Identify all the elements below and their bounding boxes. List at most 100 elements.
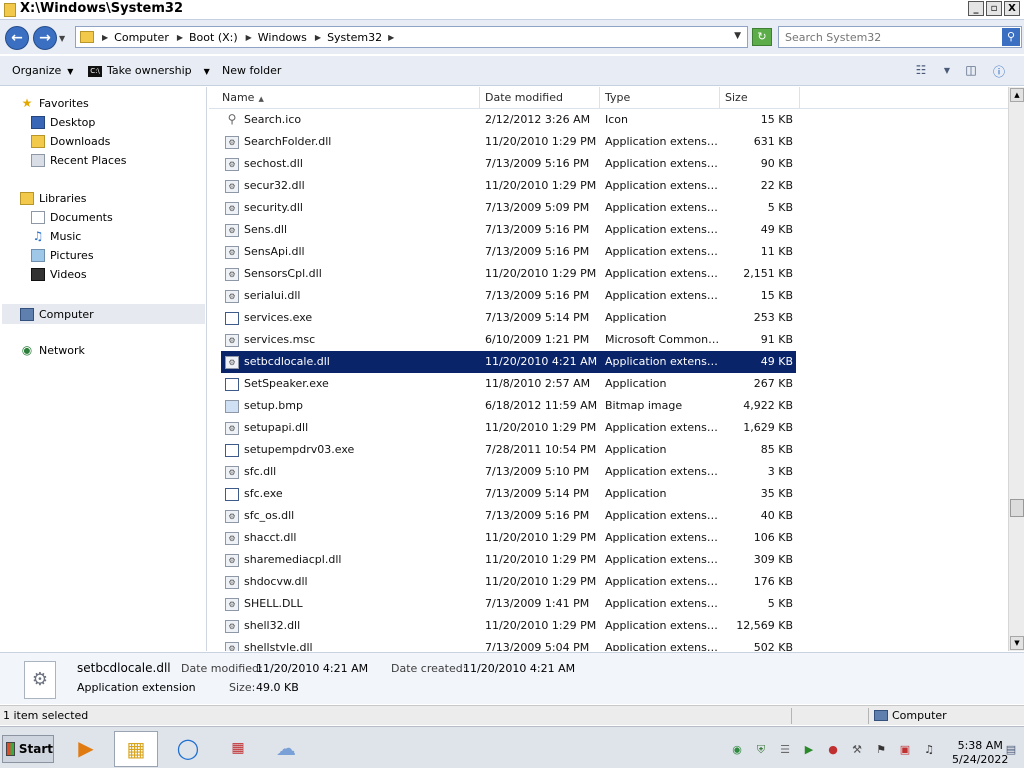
breadcrumb-computer[interactable]: ▶ Computer [102, 31, 169, 44]
nav-downloads[interactable]: Downloads [31, 135, 110, 148]
nav-desktop[interactable]: Desktop [31, 116, 95, 129]
breadcrumb-windows[interactable]: ▶ Windows [246, 31, 307, 44]
breadcrumb-label: Boot (X:) [189, 30, 238, 44]
tray-network-icon[interactable]: ◉ [730, 743, 744, 757]
chevron-down-icon[interactable]: ▼ [938, 63, 956, 79]
column-header-name[interactable]: Name ▲ [217, 87, 480, 109]
explorer-taskbar-button[interactable]: ▦ [114, 731, 158, 767]
nav-videos[interactable]: Videos [31, 268, 87, 281]
clock[interactable]: 5:38 AM 5/24/2022 [952, 739, 1008, 767]
file-row[interactable]: ⚙ SensApi.dll 7/13/2009 5:16 PM Application… [221, 241, 796, 263]
nav-recent-places[interactable]: Recent Places [31, 154, 127, 167]
tray-flag-icon[interactable]: ⚑ [874, 743, 888, 757]
breadcrumb-system32[interactable]: ▶ System32 ▶ [315, 31, 400, 44]
nav-computer[interactable]: Computer [2, 304, 205, 324]
file-row[interactable]: ⚙ sfc.dll 7/13/2009 5:10 PM Application ext… [221, 461, 796, 483]
search-input[interactable] [779, 27, 994, 47]
tray-volume-muted-icon[interactable]: ♫ [922, 743, 936, 757]
file-row[interactable]: ⚙ shacct.dll 11/20/2010 1:29 PM Application… [221, 527, 796, 549]
column-header-type[interactable]: Type [600, 87, 720, 109]
address-bar[interactable]: ▶ Computer ▶ Boot (X:) ▶ Windows ▶ System32 ▶… [75, 26, 748, 48]
nav-documents[interactable]: Documents [31, 211, 113, 224]
tray-network-error-icon[interactable]: ▣ [898, 743, 912, 757]
file-name-cell: SetSpeaker.exe [225, 373, 480, 395]
file-name-cell: ⚙ services.msc [225, 329, 480, 351]
internet-explorer-icon[interactable]: ◯ [166, 731, 210, 767]
file-row[interactable]: ⚙ SensorsCpl.dll 11/20/2010 1:29 PM Applica… [221, 263, 796, 285]
scroll-up-icon[interactable]: ▲ [1010, 88, 1024, 102]
column-header-size[interactable]: Size [720, 87, 800, 109]
start-button[interactable]: Start [2, 735, 54, 763]
maximize-button[interactable]: ▫ [986, 1, 1002, 16]
search-icon[interactable]: ⚲ [1002, 28, 1020, 46]
file-row[interactable]: ⚙ sharemediacpl.dll 11/20/2010 1:29 PM Appl… [221, 549, 796, 571]
tray-shield-icon[interactable]: ⛨ [754, 743, 768, 757]
breadcrumb-boot[interactable]: ▶ Boot (X:) [177, 31, 238, 44]
status-divider [868, 708, 869, 724]
vertical-scrollbar[interactable]: ▲ ▼ [1008, 87, 1024, 651]
nav-network[interactable]: ◉ Network [20, 344, 85, 358]
file-row[interactable]: setup.bmp 6/18/2012 11:59 AM Bitmap image 4… [221, 395, 796, 417]
file-row[interactable]: ⚙ SearchFolder.dll 11/20/2010 1:29 PM Appli… [221, 131, 796, 153]
scroll-down-icon[interactable]: ▼ [1010, 636, 1024, 650]
file-row[interactable]: ⚙ shell32.dll 11/20/2010 1:29 PM Applicatio… [221, 615, 796, 637]
file-row[interactable]: ⚙ setupapi.dll 11/20/2010 1:29 PM Applicati… [221, 417, 796, 439]
recent-pages-dropdown[interactable]: ▼ [59, 34, 65, 43]
dll-file-icon: ⚙ [225, 179, 239, 193]
file-row[interactable]: setupempdrv03.exe 7/28/2011 10:54 PM Appli… [221, 439, 796, 461]
help-icon[interactable]: ⓘ [990, 63, 1008, 79]
show-desktop-icon[interactable]: ▤ [1004, 743, 1018, 757]
file-row[interactable]: ⚙ setbcdlocale.dll 11/20/2010 4:21 AM Appli… [221, 351, 796, 373]
tray-play-icon[interactable]: ▶ [802, 743, 816, 757]
chevron-down-icon[interactable]: ▼ [734, 31, 741, 41]
new-folder-button[interactable]: New folder [222, 64, 281, 77]
file-row[interactable]: ⚙ sfc_os.dll 7/13/2009 5:16 PM Application … [221, 505, 796, 527]
file-row[interactable]: sfc.exe 7/13/2009 5:14 PM Application 35 KB [221, 483, 796, 505]
file-type: Application extension [605, 179, 720, 192]
preview-pane-icon[interactable]: ◫ [962, 63, 980, 79]
file-row[interactable]: ⚙ security.dll 7/13/2009 5:09 PM Applicatio… [221, 197, 796, 219]
file-row[interactable]: ⚙ serialui.dll 7/13/2009 5:16 PM Applicatio… [221, 285, 796, 307]
media-player-icon[interactable]: ▶ [64, 731, 108, 767]
file-row[interactable]: SetSpeaker.exe 11/8/2010 2:57 AM Applicati… [221, 373, 796, 395]
nav-libraries[interactable]: Libraries [20, 192, 87, 205]
nav-music[interactable]: ♫ Music [31, 230, 82, 244]
file-row[interactable]: ⚙ Sens.dll 7/13/2009 5:16 PM Application ex… [221, 219, 796, 241]
file-size: 1,629 KB [743, 421, 793, 434]
file-size: 49 KB [760, 223, 793, 236]
tray-tools-icon[interactable]: ⚒ [850, 743, 864, 757]
organize-button[interactable]: Organize ▼ [12, 64, 73, 77]
refresh-button[interactable]: ↻ [752, 28, 772, 46]
view-options-icon[interactable]: ☷ [912, 63, 930, 79]
tray-alert-icon[interactable]: ● [826, 743, 840, 757]
nav-label: Computer [39, 307, 94, 321]
file-row[interactable]: ⚙ secur32.dll 11/20/2010 1:29 PM Applicatio… [221, 175, 796, 197]
navigation-pane: ★ Favorites Desktop Downloads Recent Plac… [0, 87, 207, 651]
scrollbar-thumb[interactable] [1010, 499, 1024, 517]
file-row[interactable]: ⚙ shellstyle.dll 7/13/2009 5:04 PM Applicat… [221, 637, 796, 651]
file-row[interactable]: ⚙ shdocvw.dll 11/20/2010 1:29 PM Applicatio… [221, 571, 796, 593]
file-row[interactable]: ⚙ sechost.dll 7/13/2009 5:16 PM Application… [221, 153, 796, 175]
file-date: 7/13/2009 5:04 PM [485, 641, 590, 651]
forward-button[interactable]: → [33, 26, 57, 50]
take-ownership-button[interactable]: C:\ Take ownership ▼ [88, 64, 210, 77]
file-type: Application extension [605, 267, 720, 280]
file-row[interactable]: ⚲ Search.ico 2/12/2012 3:26 AM Icon 15 KB [221, 109, 796, 131]
clock-date: 5/24/2022 [952, 753, 1009, 766]
ghost-app-icon[interactable]: ☁ [264, 731, 308, 767]
file-name: sharemediacpl.dll [244, 553, 342, 566]
column-header-date[interactable]: Date modified [480, 87, 600, 109]
nav-favorites[interactable]: ★ Favorites [20, 97, 89, 111]
tray-stack-icon[interactable]: ☰ [778, 743, 792, 757]
file-row[interactable]: ⚙ services.msc 6/10/2009 1:21 PM Microsoft … [221, 329, 796, 351]
minimize-button[interactable]: _ [968, 1, 984, 16]
search-box[interactable]: ⚲ [778, 26, 1022, 48]
file-row[interactable]: services.exe 7/13/2009 5:14 PM Application… [221, 307, 796, 329]
file-type: Application extension [605, 619, 720, 632]
back-button[interactable]: ← [5, 26, 29, 50]
file-type: Application extension [605, 509, 720, 522]
close-button[interactable]: X [1004, 1, 1020, 16]
file-row[interactable]: ⚙ SHELL.DLL 7/13/2009 1:41 PM Application e… [221, 593, 796, 615]
utility-app-icon[interactable]: ▦ [216, 731, 260, 767]
nav-pictures[interactable]: Pictures [31, 249, 94, 262]
